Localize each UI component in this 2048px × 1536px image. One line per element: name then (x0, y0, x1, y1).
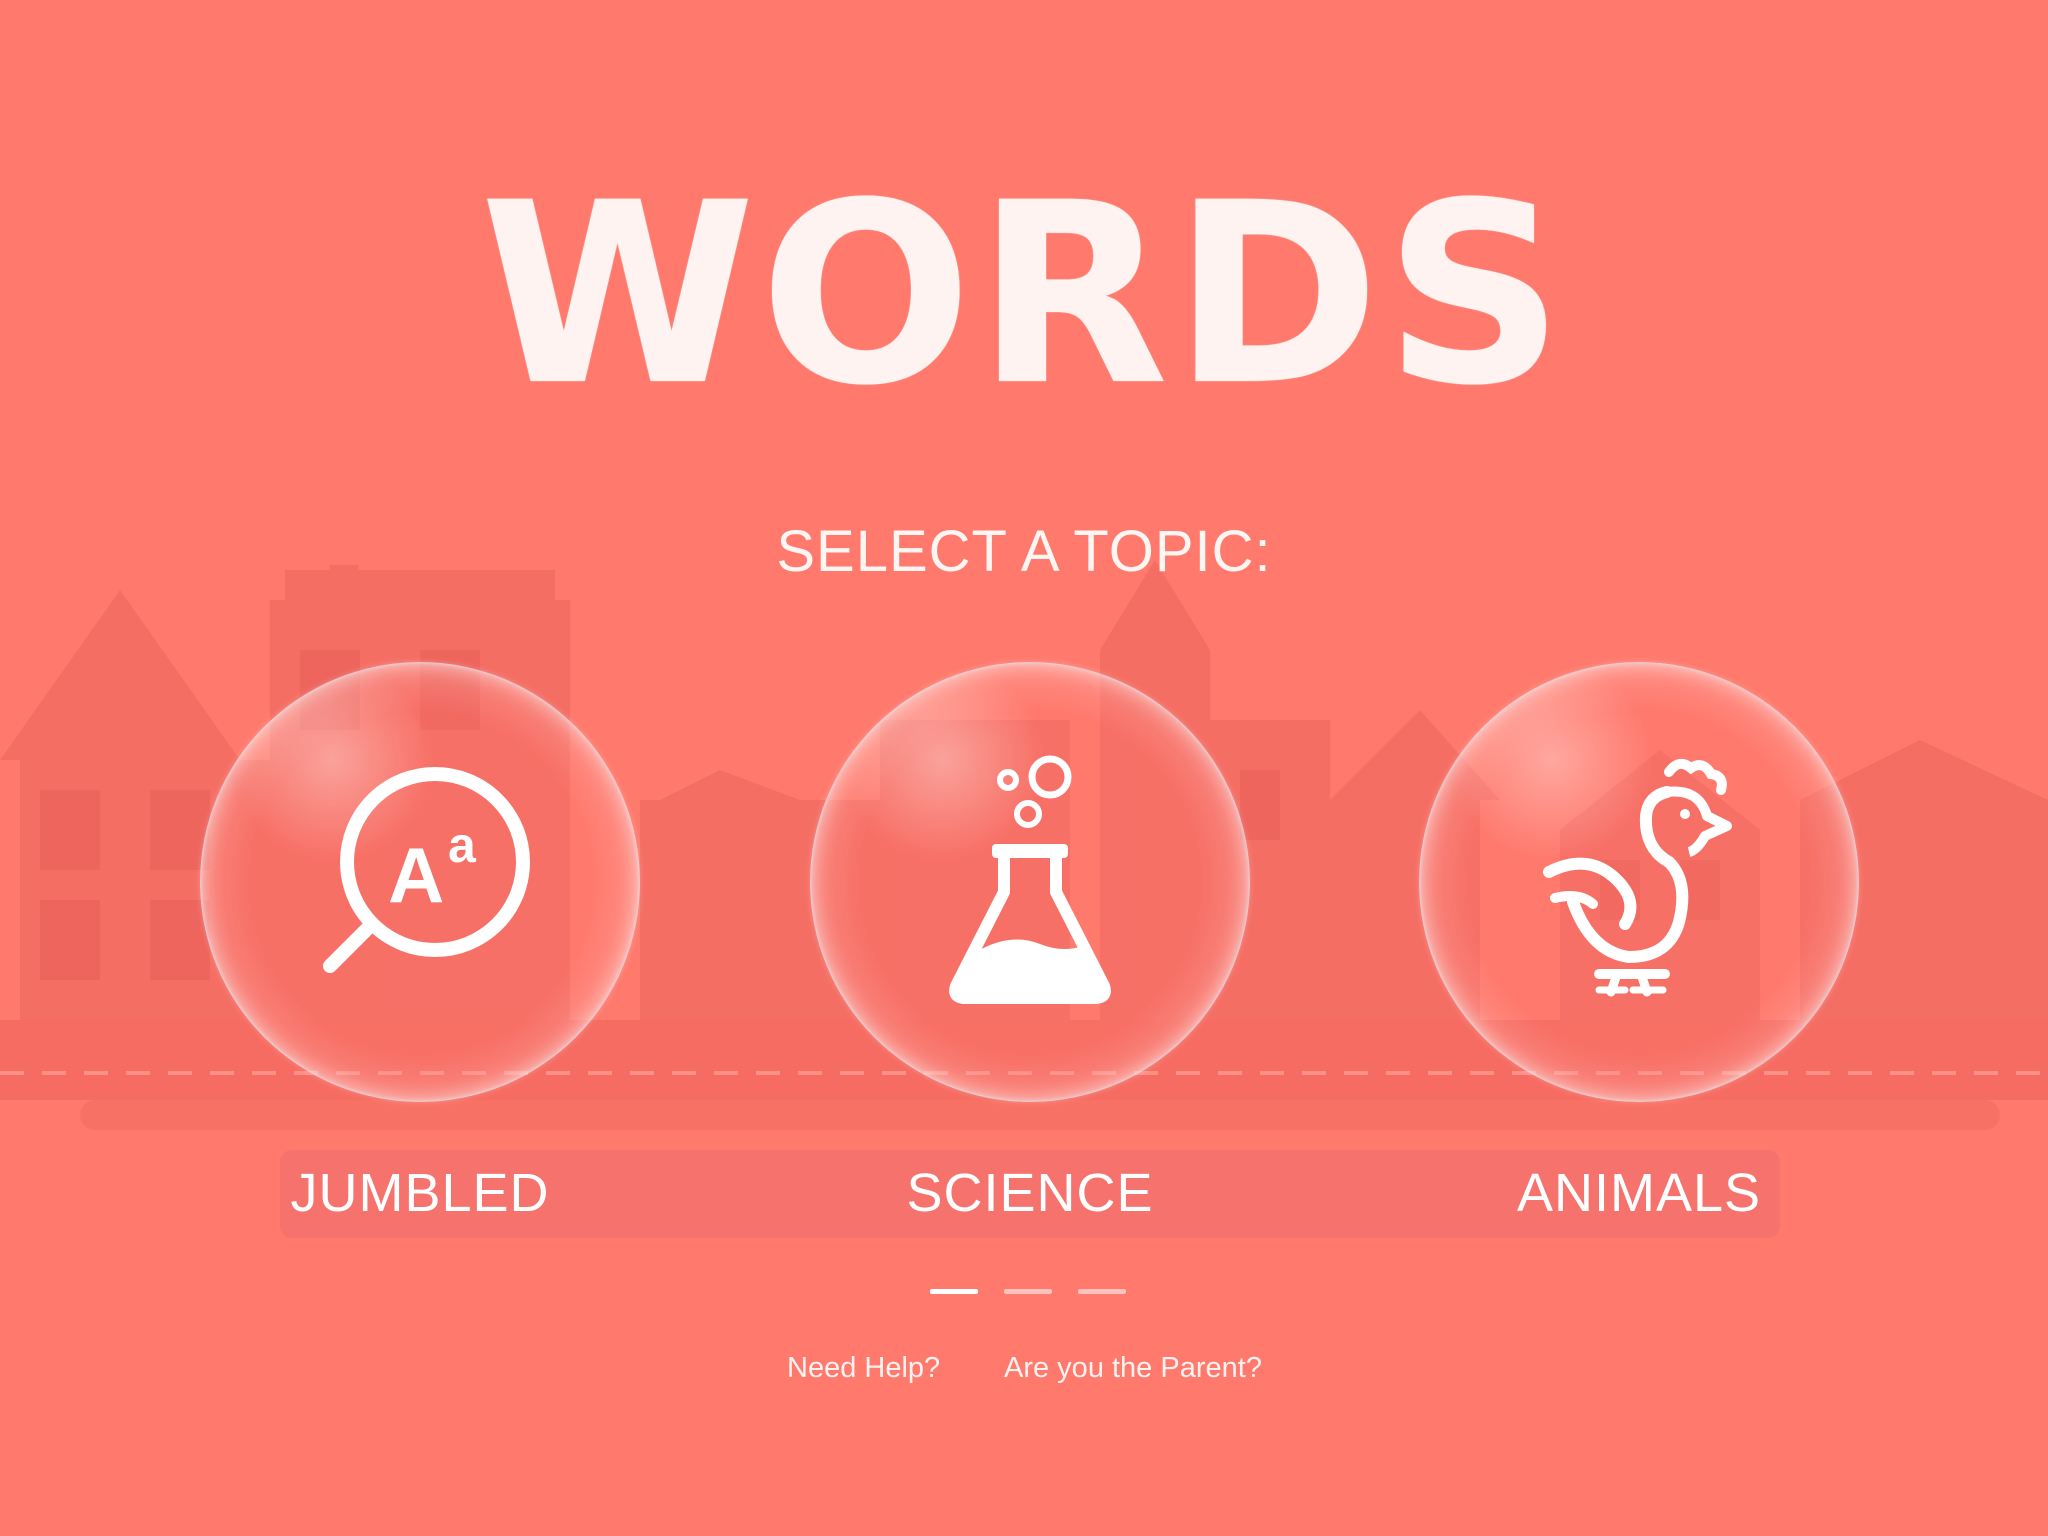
chicken-icon (1543, 758, 1732, 997)
app-title: WORDS (479, 149, 1569, 440)
page-indicator (0, 1289, 2048, 1295)
flask-icon (949, 755, 1111, 1004)
topic-jumbled-button[interactable]: A a (200, 662, 640, 1102)
parent-link[interactable]: Are you the Parent? (1004, 1352, 1262, 1385)
need-help-link[interactable]: Need Help? (787, 1352, 940, 1385)
topic-animals-label: ANIMALS (1516, 1163, 1762, 1223)
page-indicator-2[interactable] (1004, 1289, 1052, 1294)
page-indicator-1[interactable] (930, 1289, 978, 1294)
magnifier-letters-icon: A a (323, 767, 530, 973)
topic-animals-button[interactable] (1419, 662, 1859, 1102)
svg-text:A: A (388, 831, 444, 919)
topic-science-label: SCIENCE (906, 1163, 1154, 1223)
svg-text:a: a (448, 817, 477, 873)
topic-science-button[interactable] (810, 662, 1250, 1102)
topic-jumbled-label: JUMBLED (290, 1163, 550, 1223)
page-indicator-3[interactable] (1078, 1289, 1126, 1294)
topic-prompt: SELECT A TOPIC: (776, 519, 1272, 584)
